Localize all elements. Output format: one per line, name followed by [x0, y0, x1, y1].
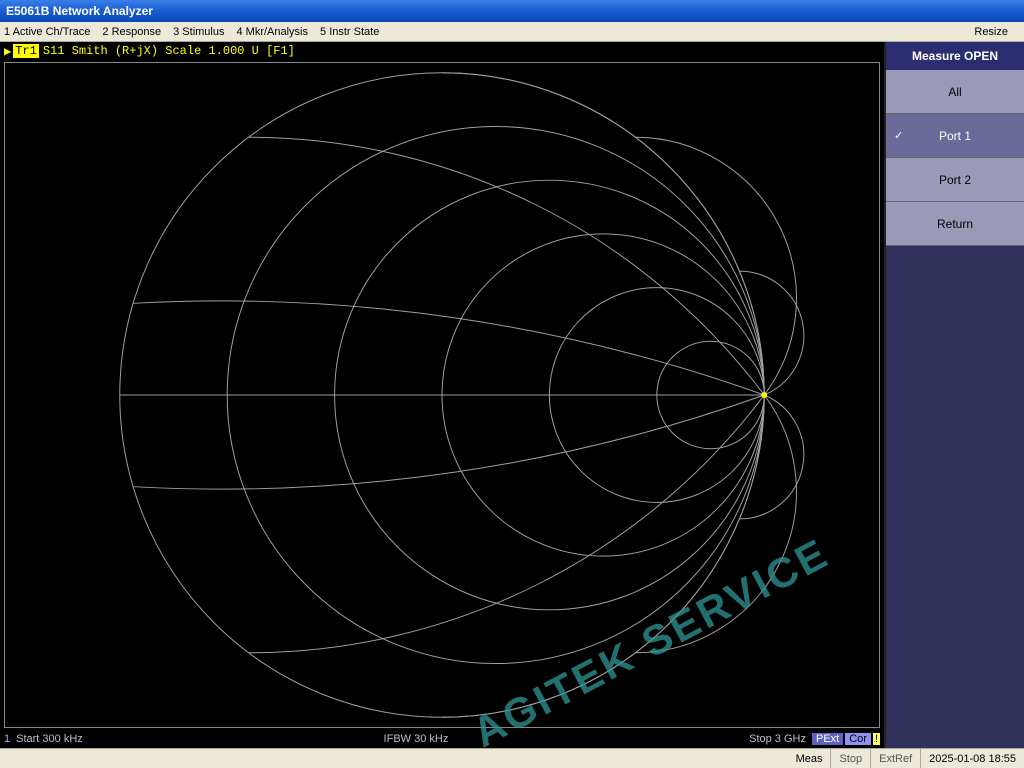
smith-chart-area[interactable]: AGITEK SERVICE [4, 62, 880, 728]
checkmark-icon: ✓ [894, 129, 903, 142]
channel-number: 1 [4, 733, 10, 745]
if-bandwidth: IFBW 30 kHz [384, 733, 449, 745]
status-timestamp: 2025-01-08 18:55 [921, 753, 1024, 765]
correction-badge: Cor [845, 733, 871, 745]
softkey-port-1[interactable]: ✓ Port 1 [886, 114, 1024, 158]
menu-active-ch-trace[interactable]: 1 Active Ch/Trace [4, 26, 90, 38]
status-extref: ExtRef [871, 749, 921, 768]
start-frequency: Start 300 kHz [16, 733, 83, 745]
softkey-label: Port 2 [939, 173, 971, 187]
softkey-return[interactable]: Return [886, 202, 1024, 246]
trace-header: ▶ Tr1 S11 Smith (R+jX) Scale 1.000 U [F1… [0, 42, 884, 60]
softkey-label: All [948, 85, 961, 99]
menu-resize[interactable]: Resize [974, 26, 1008, 38]
softkey-port-2[interactable]: Port 2 [886, 158, 1024, 202]
window-titlebar: E5061B Network Analyzer [0, 0, 1024, 22]
softkey-label: Return [937, 217, 973, 231]
status-bar: Meas Stop ExtRef 2025-01-08 18:55 [0, 748, 1024, 768]
menu-mkr-analysis[interactable]: 4 Mkr/Analysis [236, 26, 308, 38]
active-trace-arrow-icon: ▶ [4, 44, 11, 59]
menu-response[interactable]: 2 Response [102, 26, 161, 38]
stop-frequency: Stop 3 GHz [749, 733, 806, 745]
smith-chart-svg [5, 63, 879, 727]
softkey-all[interactable]: All [886, 70, 1024, 114]
trace-badge[interactable]: Tr1 [13, 44, 39, 58]
trace-marker-open [761, 392, 767, 398]
softkey-title: Measure OPEN [886, 42, 1024, 70]
port-extension-badge: PExt [812, 733, 843, 745]
sweep-footer: 1 Start 300 kHz IFBW 30 kHz Stop 3 GHz P… [0, 730, 884, 748]
softkey-label: Port 1 [939, 129, 971, 143]
menu-stimulus[interactable]: 3 Stimulus [173, 26, 224, 38]
status-stop: Stop [831, 749, 871, 768]
trace-descriptor: S11 Smith (R+jX) Scale 1.000 U [F1] [43, 44, 295, 58]
status-meas: Meas [788, 749, 832, 768]
window-title: E5061B Network Analyzer [6, 4, 153, 18]
menu-instr-state[interactable]: 5 Instr State [320, 26, 379, 38]
alert-badge: ! [873, 733, 880, 745]
softkey-panel: Measure OPEN All ✓ Port 1 Port 2 Return [884, 42, 1024, 748]
menu-bar: 1 Active Ch/Trace 2 Response 3 Stimulus … [0, 22, 1024, 42]
